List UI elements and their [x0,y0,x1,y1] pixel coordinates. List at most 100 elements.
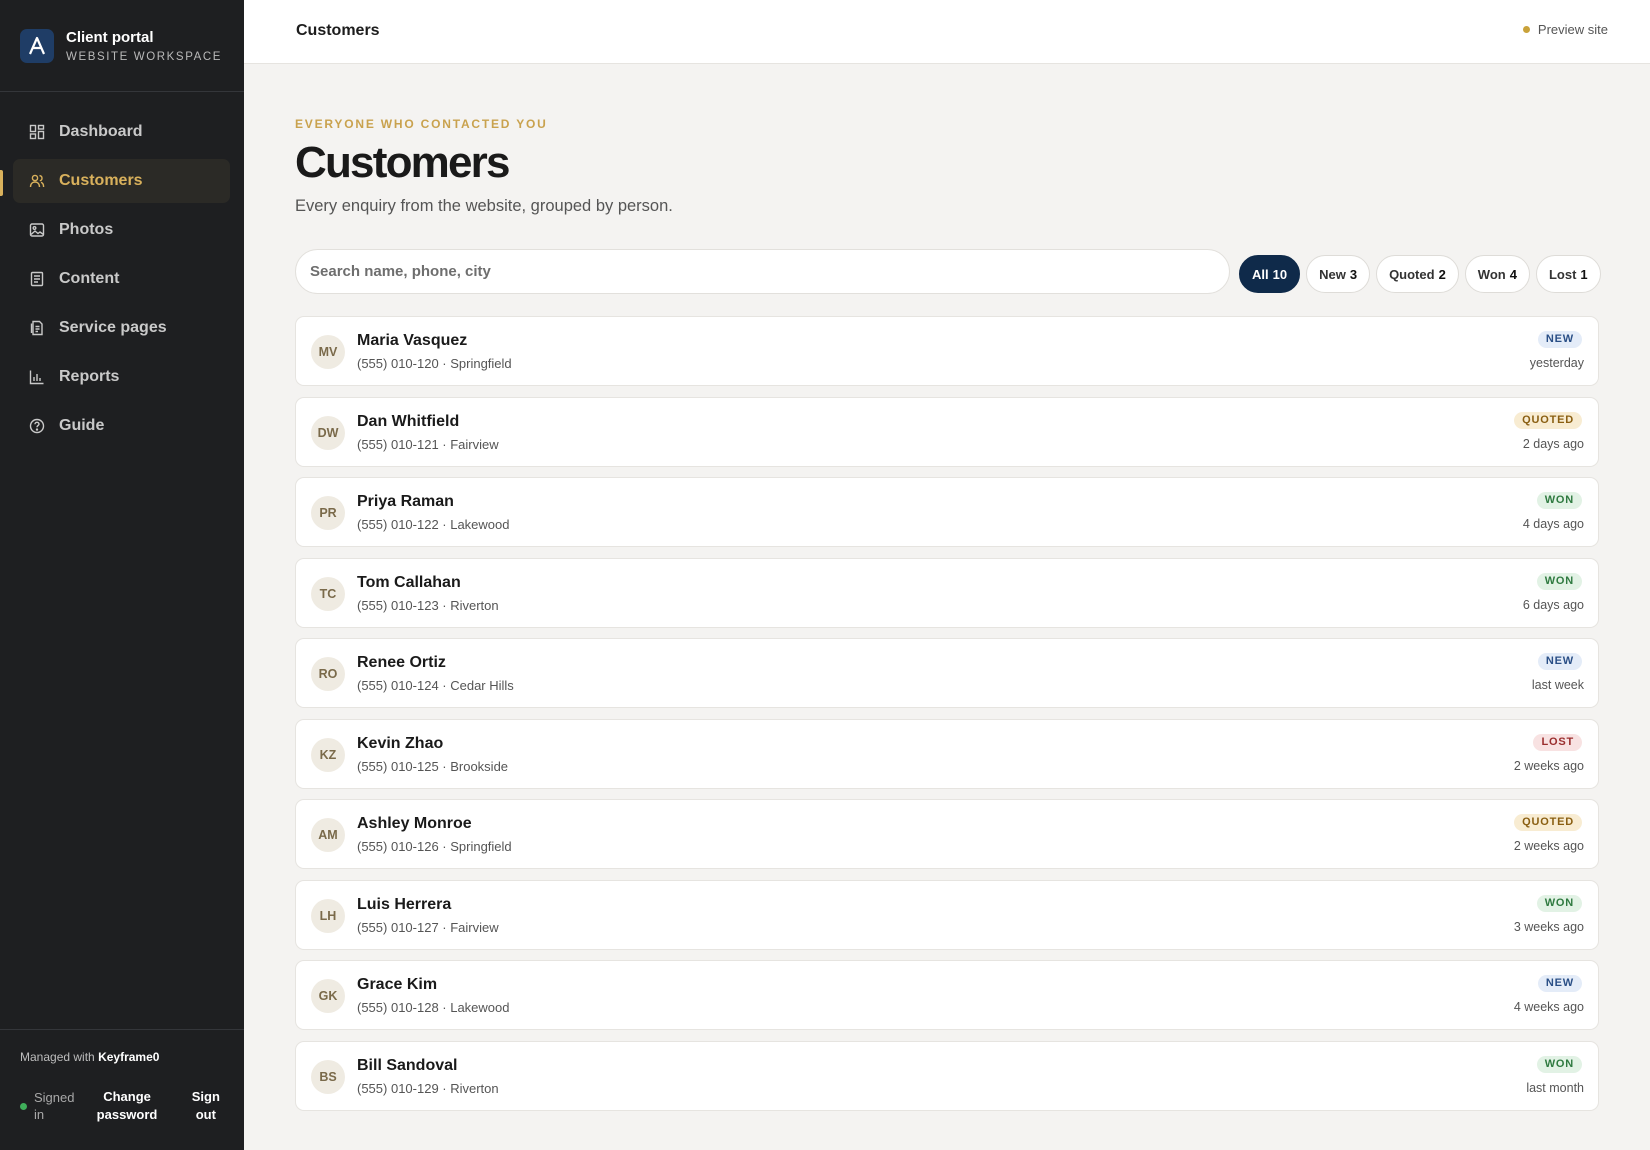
sidebar-divider [0,91,244,92]
last-contact-time: 2 weeks ago [1513,839,1584,853]
managed-with-note: Managed with Keyframe0 [20,1050,159,1064]
customer-name: Grace Kim [357,976,438,993]
customer-name: Priya Raman [357,493,454,510]
customer-list: MV Maria Vasquez (555) 010-120 · Springf… [295,316,1599,1121]
customer-name: Dan Whitfield [357,412,460,430]
status-badge: WON [1536,572,1582,590]
sidebar-item-label: Photos [59,221,114,238]
status-badge: WON [1536,1055,1582,1073]
filter-count: 10 [1272,266,1288,282]
last-contact-time: last month [1526,1080,1584,1095]
customer-meta: (555) 010-123 · Riverton [357,597,499,613]
customer-name: Luis Herrera [357,895,452,913]
customer-row[interactable]: TC Tom Callahan (555) 010-123 · Riverton… [295,557,1599,628]
avatar: RO [311,657,345,691]
customer-row[interactable]: GK Grace Kim (555) 010-128 · Lakewood NE… [295,960,1599,1030]
sidebar-item-label: Service pages [59,319,167,336]
customer-row[interactable]: BS Bill Sandoval (555) 010-129 · Riverto… [295,1040,1599,1111]
filter-new[interactable]: New 3 [1306,255,1371,293]
customer-row[interactable]: RO Renee Ortiz (555) 010-124 · Cedar Hil… [295,638,1599,708]
page-subtitle: Every enquiry from the website, grouped … [295,197,673,215]
customer-row[interactable]: PR Priya Raman (555) 010-122 · Lakewood … [295,477,1599,547]
page-title: Customers [295,138,510,187]
sidebar-item-label: Guide [59,417,105,434]
filter-count: 1 [1580,266,1588,282]
filter-lost[interactable]: Lost 1 [1535,255,1601,293]
avatar: PR [311,496,345,530]
brand[interactable]: Client portal WEBSITE WORKSPACE [20,28,230,64]
status-badge: WON [1536,894,1582,912]
customer-name: Bill Sandoval [357,1056,458,1074]
sidebar-item-reports[interactable]: Reports [13,355,230,399]
status-badge: NEW [1537,653,1582,670]
avatar: LH [311,898,345,933]
document-icon [30,271,44,287]
customer-meta: (555) 010-125 · Brookside [357,758,509,774]
avatar: BS [311,1059,345,1094]
search-input[interactable] [295,249,1230,294]
sidebar: Client portal WEBSITE WORKSPACE Dashboar… [0,0,244,1150]
customer-row[interactable]: AM Ashley Monroe (555) 010-126 · Springf… [295,799,1599,869]
sidebar-item-content[interactable]: Content [13,257,230,301]
customer-meta: (555) 010-120 · Springfield [357,356,512,371]
sidebar-item-dashboard[interactable]: Dashboard [13,110,230,154]
customer-meta: (555) 010-122 · Lakewood [357,517,510,532]
sidebar-item-photos[interactable]: Photos [13,208,230,252]
status-badge: QUOTED [1514,411,1582,429]
image-icon [29,223,45,237]
last-contact-time: 2 weeks ago [1513,758,1584,773]
preview-site-link[interactable]: Preview site [1522,22,1608,37]
page-eyebrow: EVERYONE WHO CONTACTED YOU [295,117,548,131]
sidebar-footer: Signed in Change password Sign out [20,1086,230,1126]
top-bar-title: Customers [296,22,380,39]
sidebar-item-customers[interactable]: Customers [13,159,230,203]
last-contact-time: 2 days ago [1522,436,1584,451]
customer-name: Kevin Zhao [357,734,444,752]
customer-meta: (555) 010-121 · Fairview [357,436,499,452]
sign-out-button[interactable]: Sign out [182,1088,230,1124]
sidebar-item-guide[interactable]: Guide [13,404,230,448]
managed-prefix: Managed with [20,1050,95,1064]
sidebar-nav: Dashboard Customers Photos Content Servi… [13,110,230,453]
status-badge: NEW [1537,975,1582,992]
customer-row[interactable]: LH Luis Herrera (555) 010-127 · Fairview… [295,879,1599,950]
users-icon [29,174,45,188]
avatar: KZ [311,737,345,772]
filter-all[interactable]: All 10 [1239,255,1301,293]
signed-in-status-icon [20,1102,27,1110]
help-circle-icon [29,418,45,434]
customer-name: Ashley Monroe [357,815,472,832]
customer-meta: (555) 010-126 · Springfield [357,839,512,854]
brand-subtitle: WEBSITE WORKSPACE [66,50,223,63]
status-badge: LOST [1533,733,1582,751]
change-password-button[interactable]: Change password [88,1088,165,1124]
status-badge: QUOTED [1514,814,1582,831]
filter-label: Quoted [1389,266,1435,282]
sidebar-item-service-pages[interactable]: Service pages [13,306,230,350]
customer-name: Tom Callahan [357,573,461,591]
last-contact-time: last week [1531,678,1584,692]
customer-row[interactable]: MV Maria Vasquez (555) 010-120 · Springf… [295,316,1599,386]
filter-won[interactable]: Won 4 [1464,255,1530,293]
customer-meta: (555) 010-127 · Fairview [357,919,499,935]
avatar: MV [311,335,345,369]
last-contact-time: 4 weeks ago [1513,1000,1584,1014]
customer-meta: (555) 010-129 · Riverton [357,1080,499,1096]
avatar: AM [311,818,345,852]
preview-dot-icon [1522,26,1530,33]
customer-name: Renee Ortiz [357,654,446,671]
last-contact-time: 6 days ago [1522,597,1584,612]
customer-row[interactable]: DW Dan Whitfield (555) 010-121 · Fairvie… [295,396,1599,467]
managed-brand: Keyframe0 [98,1050,160,1064]
filter-label: Lost [1548,266,1577,282]
brand-logo-icon [20,29,54,63]
customer-name: Maria Vasquez [357,332,468,349]
customer-row[interactable]: KZ Kevin Zhao (555) 010-125 · Brookside … [295,718,1599,789]
customer-meta: (555) 010-128 · Lakewood [357,1000,510,1015]
dashboard-icon [29,124,45,140]
sidebar-footer-divider [0,1029,244,1030]
filter-label: All [1252,266,1269,282]
avatar: DW [311,415,345,450]
filter-count: 3 [1349,266,1358,282]
filter-quoted[interactable]: Quoted 2 [1376,255,1459,293]
